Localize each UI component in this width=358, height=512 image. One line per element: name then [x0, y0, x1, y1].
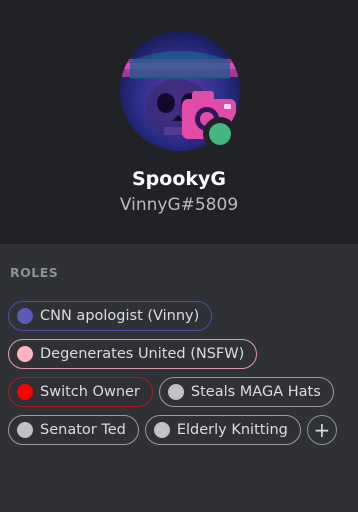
role-color-dot [17, 308, 33, 324]
role-pill[interactable]: Steals MAGA Hats [158, 377, 334, 407]
roles-list: CNN apologist (Vinny) Degenerates United… [8, 301, 353, 445]
add-role-button[interactable]: + [306, 415, 337, 445]
role-name: Senator Ted [40, 422, 126, 438]
user-tag: VinnyG#5809 [119, 195, 239, 215]
role-color-dot [153, 422, 170, 438]
plus-icon: + [313, 418, 331, 442]
username: SpookyG [131, 168, 226, 190]
role-pill[interactable]: Senator Ted [8, 415, 139, 445]
role-color-dot [17, 346, 33, 362]
role-name: Degenerates United (NSFW) [40, 346, 245, 362]
profile-header: SpookyG VinnyG#5809 [0, 0, 358, 244]
role-pill[interactable]: Switch Owner [8, 377, 153, 407]
role-pill[interactable]: Elderly Knitting [144, 415, 301, 445]
roles-section: ROLES CNN apologist (Vinny) Degenerates … [0, 244, 358, 512]
role-color-dot [17, 422, 33, 438]
role-name: Switch Owner [40, 384, 140, 400]
role-pill[interactable]: Degenerates United (NSFW) [8, 339, 258, 369]
role-pill[interactable]: CNN apologist (Vinny) [8, 301, 213, 331]
role-name: Steals MAGA Hats [190, 384, 321, 400]
role-name: CNN apologist (Vinny) [40, 308, 200, 324]
online-status-indicator [203, 117, 237, 151]
role-color-dot [17, 384, 33, 400]
status-dot [209, 123, 231, 145]
roles-header: ROLES [10, 265, 59, 280]
role-color-dot [167, 384, 184, 400]
role-name: Elderly Knitting [176, 422, 288, 438]
